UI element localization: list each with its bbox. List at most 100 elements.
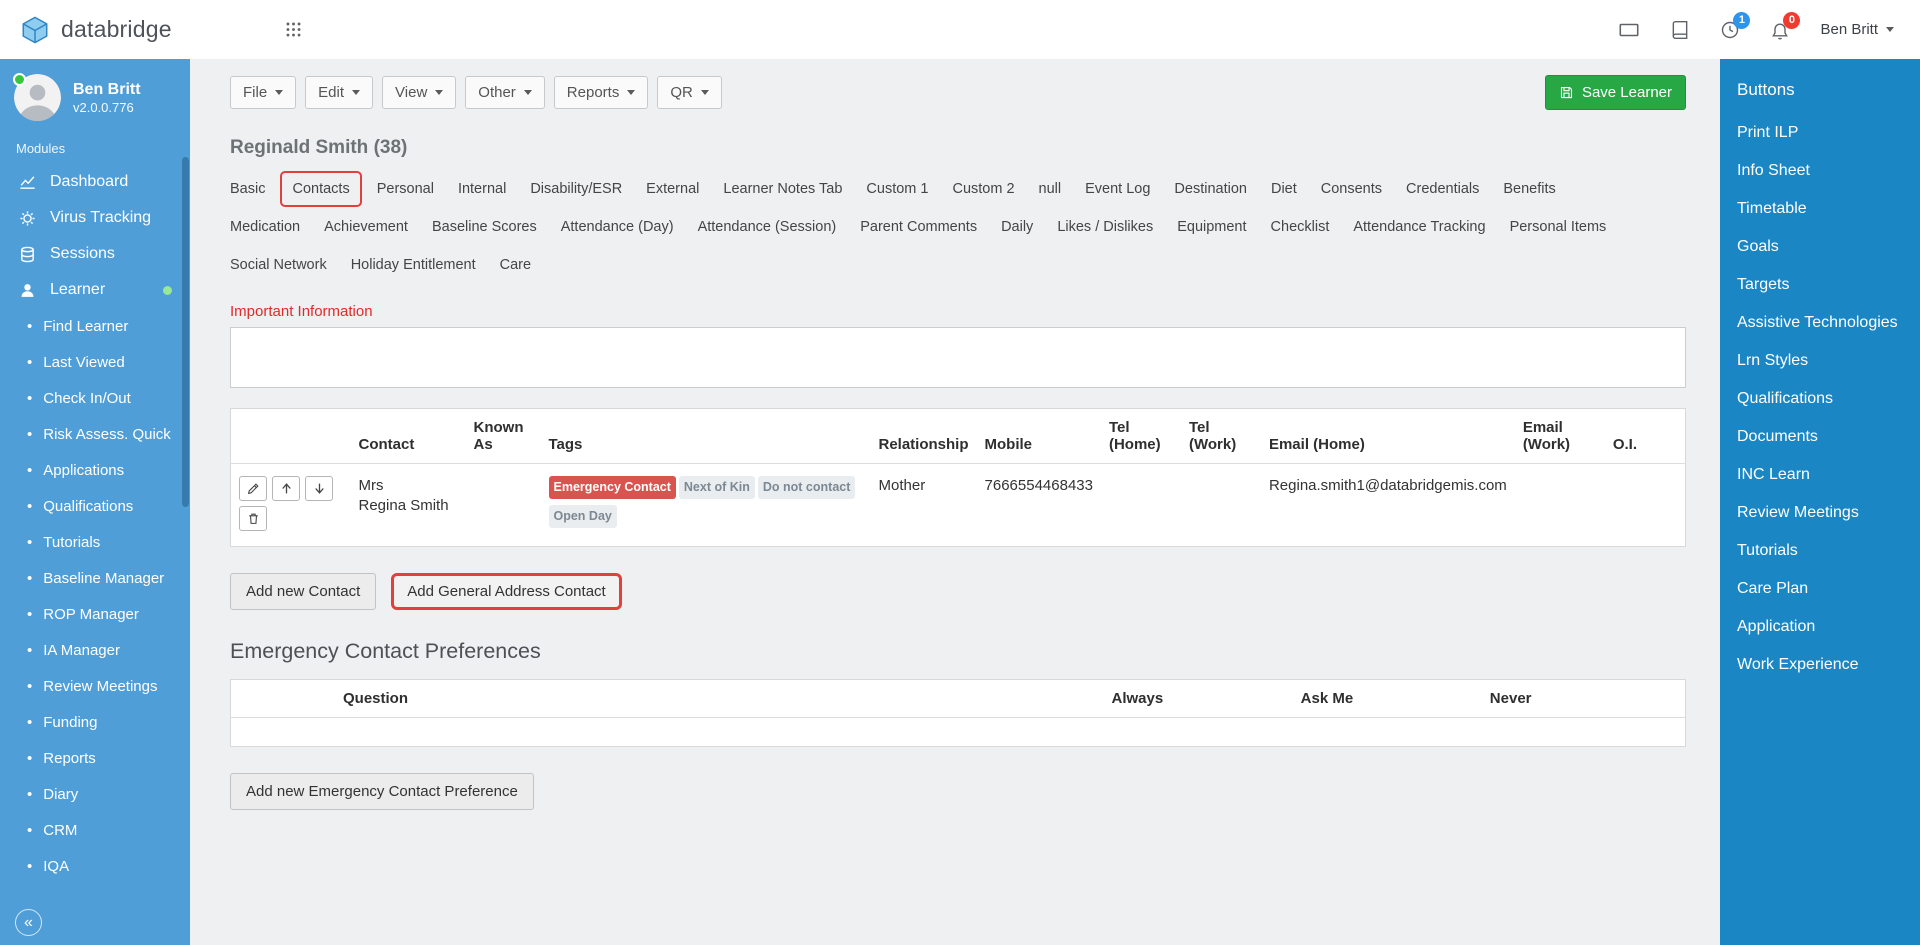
- other-menu-button[interactable]: Other: [465, 76, 545, 109]
- panel-button-lrn-styles[interactable]: Lrn Styles: [1720, 341, 1920, 379]
- panel-button-targets[interactable]: Targets: [1720, 265, 1920, 303]
- tab-personal[interactable]: Personal: [368, 171, 443, 207]
- sidebar-item-crm[interactable]: • CRM: [0, 812, 190, 848]
- book-icon[interactable]: [1670, 20, 1690, 40]
- file-menu-button[interactable]: File: [230, 76, 297, 109]
- panel-button-review-meetings[interactable]: Review Meetings: [1720, 493, 1920, 531]
- collapse-sidebar-button[interactable]: «: [15, 909, 42, 936]
- tab-care[interactable]: Care: [491, 247, 540, 283]
- sidebar-item-ia-manager[interactable]: • IA Manager: [0, 632, 190, 668]
- panel-button-tutorials[interactable]: Tutorials: [1720, 531, 1920, 569]
- tab-learner-notes-tab[interactable]: Learner Notes Tab: [714, 171, 851, 207]
- panel-button-assistive-technologies[interactable]: Assistive Technologies: [1720, 303, 1920, 341]
- tab-likes-dislikes[interactable]: Likes / Dislikes: [1048, 209, 1162, 245]
- sidebar-item-tutorials[interactable]: • Tutorials: [0, 524, 190, 560]
- tab-daily[interactable]: Daily: [992, 209, 1042, 245]
- user-menu[interactable]: Ben Britt: [1820, 21, 1894, 38]
- contact-row: Mrs Regina Smith Emergency Contact Next o…: [231, 464, 1686, 547]
- move-contact-down-button[interactable]: [305, 476, 333, 501]
- tab-social-network[interactable]: Social Network: [221, 247, 336, 283]
- bell-icon[interactable]: 0: [1770, 11, 1801, 40]
- save-learner-label: Save Learner: [1581, 84, 1672, 101]
- tab-internal[interactable]: Internal: [449, 171, 515, 207]
- sidebar-item-rop-manager[interactable]: • ROP Manager: [0, 596, 190, 632]
- sidebar-item-reports[interactable]: • Reports: [0, 740, 190, 776]
- tab-checklist[interactable]: Checklist: [1262, 209, 1339, 245]
- tab-diet[interactable]: Diet: [1262, 171, 1306, 207]
- tab-disability-esr[interactable]: Disability/ESR: [521, 171, 631, 207]
- chevron-down-icon: [627, 90, 636, 95]
- sidebar-item-iqa[interactable]: • IQA: [0, 848, 190, 884]
- sidebar-item-applications[interactable]: • Applications: [0, 452, 190, 488]
- tab-external[interactable]: External: [637, 171, 708, 207]
- clock-icon[interactable]: 1: [1720, 11, 1751, 40]
- sidebar-item-review-meetings[interactable]: • Review Meetings: [0, 668, 190, 704]
- panel-button-qualifications[interactable]: Qualifications: [1720, 379, 1920, 417]
- add-emergency-preference-button[interactable]: Add new Emergency Contact Preference: [230, 772, 534, 810]
- column-header-relationship: Relationship: [870, 408, 977, 464]
- tab-null[interactable]: null: [1030, 171, 1071, 207]
- sidebar-item-baseline-manager[interactable]: • Baseline Manager: [0, 560, 190, 596]
- avatar[interactable]: [13, 73, 61, 121]
- panel-button-application[interactable]: Application: [1720, 607, 1920, 645]
- sidebar-item-funding[interactable]: • Funding: [0, 704, 190, 740]
- menu-label: Edit: [318, 84, 345, 101]
- tab-benefits[interactable]: Benefits: [1494, 171, 1564, 207]
- sidebar-item-risk-assess-quick[interactable]: • Risk Assess. Quick: [0, 416, 190, 452]
- tab-event-log[interactable]: Event Log: [1076, 171, 1159, 207]
- qr-menu-button[interactable]: QR: [657, 76, 722, 109]
- display-icon[interactable]: [1618, 19, 1640, 41]
- move-contact-up-button[interactable]: [272, 476, 300, 501]
- tab-attendance-tracking[interactable]: Attendance Tracking: [1344, 209, 1494, 245]
- sidebar-item-dashboard[interactable]: Dashboard: [0, 164, 190, 200]
- panel-button-work-experience[interactable]: Work Experience: [1720, 645, 1920, 683]
- panel-button-timetable[interactable]: Timetable: [1720, 189, 1920, 227]
- tab-baseline-scores[interactable]: Baseline Scores: [423, 209, 546, 245]
- sidebar-item-diary[interactable]: • Diary: [0, 776, 190, 812]
- sidebar-item-sessions[interactable]: Sessions: [0, 236, 190, 272]
- sidebar-item-learner[interactable]: Learner: [0, 272, 190, 308]
- tab-credentials[interactable]: Credentials: [1397, 171, 1488, 207]
- menu-label: QR: [670, 84, 693, 101]
- tab-destination[interactable]: Destination: [1165, 171, 1256, 207]
- tab-basic[interactable]: Basic: [221, 171, 274, 207]
- tab-attendance-day[interactable]: Attendance (Day): [552, 209, 683, 245]
- save-learner-button[interactable]: Save Learner: [1544, 75, 1686, 110]
- tab-achievement[interactable]: Achievement: [315, 209, 417, 245]
- arrow-up-icon: [280, 482, 293, 495]
- view-menu-button[interactable]: View: [382, 76, 457, 109]
- sidebar-scrollbar[interactable]: [182, 157, 189, 507]
- tab-equipment[interactable]: Equipment: [1168, 209, 1255, 245]
- chevron-down-icon: [523, 90, 532, 95]
- sidebar-item-check-in-out[interactable]: • Check In/Out: [0, 380, 190, 416]
- tab-custom-2[interactable]: Custom 2: [943, 171, 1023, 207]
- tab-attendance-session[interactable]: Attendance (Session): [689, 209, 846, 245]
- tab-contacts[interactable]: Contacts: [280, 171, 362, 207]
- modules-list: Dashboard Virus Tracking Sessions Learner: [0, 164, 190, 308]
- panel-button-info-sheet[interactable]: Info Sheet: [1720, 151, 1920, 189]
- sidebar-item-last-viewed[interactable]: • Last Viewed: [0, 344, 190, 380]
- sidebar-item-virus-tracking[interactable]: Virus Tracking: [0, 200, 190, 236]
- tab-holiday-entitlement[interactable]: Holiday Entitlement: [342, 247, 485, 283]
- sidebar-item-find-learner[interactable]: • Find Learner: [0, 308, 190, 344]
- panel-button-care-plan[interactable]: Care Plan: [1720, 569, 1920, 607]
- reports-menu-button[interactable]: Reports: [553, 76, 649, 109]
- sidebar-item-qualifications[interactable]: • Qualifications: [0, 488, 190, 524]
- tab-personal-items[interactable]: Personal Items: [1501, 209, 1616, 245]
- add-new-contact-button[interactable]: Add new Contact: [230, 572, 377, 610]
- tab-parent-comments[interactable]: Parent Comments: [851, 209, 986, 245]
- panel-button-documents[interactable]: Documents: [1720, 417, 1920, 455]
- panel-button-inc-learn[interactable]: INC Learn: [1720, 455, 1920, 493]
- edit-menu-button[interactable]: Edit: [305, 76, 374, 109]
- virus-icon: [19, 210, 37, 227]
- panel-button-goals[interactable]: Goals: [1720, 227, 1920, 265]
- panel-button-print-ilp[interactable]: Print ILP: [1720, 113, 1920, 151]
- add-general-address-contact-button[interactable]: Add General Address Contact: [391, 572, 622, 610]
- apps-grid-icon[interactable]: [284, 20, 303, 39]
- tab-consents[interactable]: Consents: [1312, 171, 1391, 207]
- tab-custom-1[interactable]: Custom 1: [857, 171, 937, 207]
- tab-medication[interactable]: Medication: [221, 209, 309, 245]
- bullet-icon: •: [27, 461, 33, 479]
- delete-contact-button[interactable]: [239, 506, 267, 531]
- edit-contact-button[interactable]: [239, 476, 267, 501]
